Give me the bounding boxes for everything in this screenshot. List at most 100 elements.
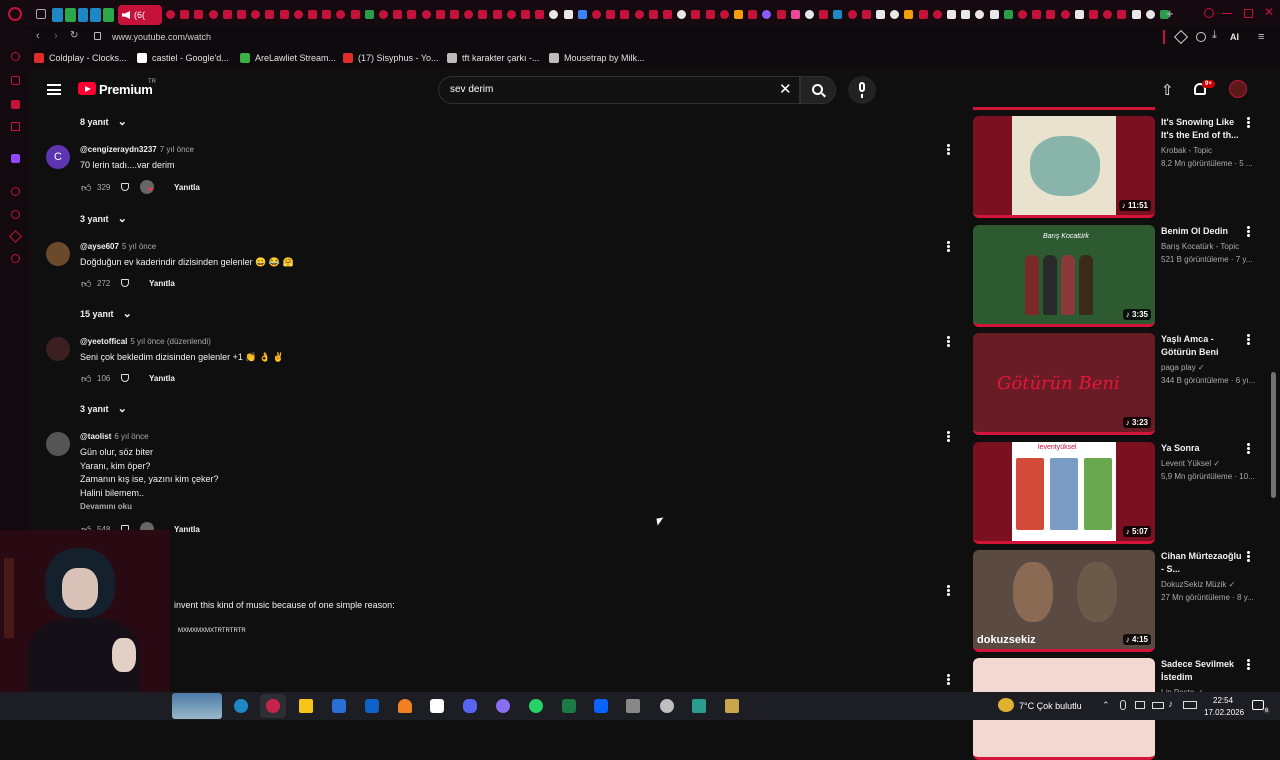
recommendation-title[interactable]: Cihan Mürtezaoğlu - S... xyxy=(1161,550,1243,576)
bookmark-item[interactable]: Mousetrap by Milk... xyxy=(549,53,645,63)
comment-avatar[interactable] xyxy=(46,432,70,456)
extensions-icon[interactable] xyxy=(1173,29,1189,45)
collapsed-tab-favicon[interactable] xyxy=(634,10,644,19)
read-more-link[interactable]: Devamını oku xyxy=(80,502,132,511)
collapsed-tab-favicon[interactable] xyxy=(350,10,360,19)
reply-button[interactable]: Yanıtla xyxy=(149,374,175,383)
collapsed-tab-favicon[interactable] xyxy=(620,10,630,19)
collapsed-tab-favicon[interactable] xyxy=(719,10,729,19)
collapsed-tab-favicon[interactable] xyxy=(1089,10,1098,19)
menu-icon[interactable]: ≡ xyxy=(1258,31,1264,43)
reload-icon[interactable]: ↻ xyxy=(70,30,78,41)
back-icon[interactable]: ‹ xyxy=(36,30,40,42)
sidebar-aria-icon[interactable] xyxy=(11,52,20,61)
collapsed-tab-favicon[interactable] xyxy=(194,10,204,19)
recommendation-more-icon[interactable] xyxy=(1247,226,1251,238)
collapsed-tab-favicon[interactable] xyxy=(563,10,573,19)
like-icon[interactable]: 👍︎ xyxy=(81,278,91,290)
tray-keyboard-icon[interactable] xyxy=(1152,702,1164,709)
url-field[interactable]: www.youtube.com/watch xyxy=(112,32,211,42)
recommendation-channel[interactable]: Barış Kocatürk - Topic xyxy=(1161,242,1255,251)
cloud-app-icon[interactable] xyxy=(398,699,412,713)
weather-label[interactable]: 7°C Çok bulutlu xyxy=(1019,701,1082,711)
collapsed-tab-favicon[interactable] xyxy=(265,10,275,19)
comment-more-actions-icon[interactable] xyxy=(947,241,951,253)
recommendation-channel[interactable]: Krobak - Topic xyxy=(1161,146,1255,155)
tray-mic-icon[interactable] xyxy=(1120,700,1126,710)
comment-more-actions-icon[interactable] xyxy=(947,674,951,686)
recommendation-title[interactable]: Ya Sonra xyxy=(1161,442,1243,455)
collapsed-tab-favicon[interactable] xyxy=(1018,10,1027,19)
collapsed-tab-favicon[interactable] xyxy=(989,10,999,19)
collapsed-tab-favicon[interactable] xyxy=(251,10,261,19)
dislike-icon[interactable] xyxy=(121,183,129,191)
collapsed-tab-favicon[interactable] xyxy=(364,10,374,19)
collapsed-tab-favicon[interactable] xyxy=(961,10,971,19)
lock-icon[interactable] xyxy=(94,32,101,40)
clock-time[interactable]: 22:54 xyxy=(1213,696,1233,705)
collapsed-tab-favicon[interactable] xyxy=(748,10,758,19)
comment-time[interactable]: 7 yıl önce xyxy=(160,145,194,154)
collapsed-tab-favicon[interactable] xyxy=(734,10,743,19)
collapsed-tab-favicon[interactable] xyxy=(336,10,346,19)
sidebar-messenger-icon[interactable] xyxy=(11,100,20,109)
bookmark-item[interactable]: Coldplay - Clocks... xyxy=(34,53,127,63)
game-launcher-icon[interactable] xyxy=(660,699,674,713)
terminal-icon[interactable] xyxy=(692,699,706,713)
recommendation-more-icon[interactable] xyxy=(1247,551,1251,563)
collapsed-tab-favicon[interactable] xyxy=(876,10,885,19)
collapsed-tab-favicon[interactable] xyxy=(208,10,218,19)
collapsed-tab-favicon[interactable] xyxy=(549,10,559,19)
reply-button[interactable]: Yanıtla xyxy=(174,183,200,192)
channel-name[interactable]: Krobak - Topic xyxy=(1161,146,1212,155)
channel-name[interactable]: paga play xyxy=(1161,363,1196,372)
collapsed-tab-favicon[interactable] xyxy=(947,10,956,19)
store-icon[interactable] xyxy=(332,699,346,713)
show-replies-button[interactable]: 3 yanıt ⌄ xyxy=(80,402,127,415)
recommendation-title[interactable]: Yaşlı Amca - Götürün Beni xyxy=(1161,333,1243,359)
reply-button[interactable]: Yanıtla xyxy=(149,279,175,288)
comment-more-actions-icon[interactable] xyxy=(947,431,951,443)
show-replies-button[interactable]: 15 yanıt ⌄ xyxy=(80,307,132,320)
comment-more-actions-icon[interactable] xyxy=(947,144,951,156)
collapsed-tab-favicon[interactable] xyxy=(847,10,857,19)
collapsed-tab-favicon[interactable] xyxy=(180,10,190,19)
download-icon[interactable]: ⤓ xyxy=(1212,29,1217,42)
snapshot-icon[interactable] xyxy=(1196,32,1206,42)
opera-logo-icon[interactable] xyxy=(8,7,22,21)
show-replies-button[interactable]: 3 yanıt ⌄ xyxy=(80,212,127,225)
collapsed-tab-favicon[interactable] xyxy=(322,10,332,19)
excel-icon[interactable] xyxy=(562,699,576,713)
comment-time[interactable]: 6 yıl önce xyxy=(114,432,148,441)
channel-name[interactable]: Barış Kocatürk - Topic xyxy=(1161,242,1239,251)
collapsed-tab-favicon[interactable] xyxy=(762,10,772,19)
collapsed-tab-favicon[interactable] xyxy=(393,10,403,19)
comment-time[interactable]: 5 yıl önce xyxy=(122,242,156,251)
dislike-icon[interactable] xyxy=(121,374,129,382)
recommendation-channel[interactable]: paga play ✓ xyxy=(1161,363,1255,372)
collapsed-tab-favicon[interactable] xyxy=(592,10,601,19)
new-tab-icon[interactable]: + xyxy=(1166,6,1174,21)
recommendation-more-icon[interactable] xyxy=(1247,117,1251,129)
collapsed-tab-favicon[interactable] xyxy=(464,10,474,19)
collapsed-tab-favicon[interactable] xyxy=(421,10,431,19)
sidebar-player-icon[interactable] xyxy=(11,187,20,196)
collapsed-tab-favicon[interactable] xyxy=(890,10,900,19)
sidebar-twitch-icon[interactable] xyxy=(11,154,20,163)
channel-name[interactable]: DokuzSekiz Müzik xyxy=(1161,580,1226,589)
search-input[interactable]: sev derim xyxy=(450,84,493,95)
collapsed-tab-favicon[interactable] xyxy=(1060,10,1070,19)
collapsed-tab-favicon[interactable] xyxy=(450,10,459,19)
collapsed-tab-favicon[interactable] xyxy=(521,10,530,19)
page-scrollbar[interactable] xyxy=(1271,372,1276,498)
recommendation-thumbnail[interactable]: dokuzsekiz ♪ 4:15 xyxy=(973,550,1155,652)
clear-search-icon[interactable]: ✕ xyxy=(779,80,792,98)
dropbox-icon[interactable] xyxy=(594,699,608,713)
like-icon[interactable]: 👍︎ xyxy=(81,182,91,194)
forward-icon[interactable]: › xyxy=(54,30,58,42)
upload-icon[interactable]: ⇧ xyxy=(1161,81,1174,99)
youtube-premium-label[interactable]: Premium xyxy=(99,82,153,97)
comment-author[interactable]: @yeetoffical 5 yıl önce (düzenlendi) xyxy=(80,337,211,346)
collapsed-tab-favicon[interactable] xyxy=(379,10,388,19)
recommendation-title[interactable]: Benim Ol Dedin xyxy=(1161,225,1243,238)
